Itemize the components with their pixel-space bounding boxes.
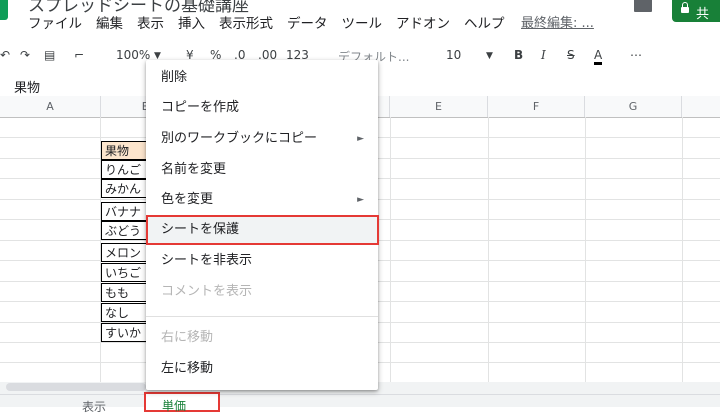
table-row[interactable]: メロン — [101, 243, 149, 262]
menu-format[interactable]: 表示形式 — [219, 12, 273, 32]
table-row[interactable]: もも — [101, 283, 149, 302]
menu-view[interactable]: 表示 — [137, 12, 164, 32]
table-row[interactable]: いちご — [101, 263, 149, 282]
font-size-select[interactable]: 10 — [446, 48, 461, 62]
menu-item-label: シートを非表示 — [161, 253, 253, 268]
more-toolbar-button[interactable]: ⋯ — [630, 48, 642, 62]
sheet-tab-bar — [0, 394, 720, 407]
last-edit-link[interactable]: 最終編集: ... — [521, 12, 594, 31]
table-header-cell[interactable]: 果物 — [101, 141, 149, 160]
zoom-select[interactable]: 100% — [116, 48, 150, 62]
menu-item-change-color[interactable]: 色を変更 ► — [146, 185, 378, 215]
share-button[interactable]: 共 — [672, 0, 720, 22]
menu-item-label: 右に移動 — [161, 330, 214, 345]
menu-item-move-right: 右に移動 — [146, 323, 378, 353]
menu-data[interactable]: データ — [287, 12, 328, 32]
formula-value[interactable]: 果物 — [14, 77, 40, 96]
menu-item-label: 色を変更 — [161, 192, 214, 207]
comment-history-icon[interactable] — [634, 0, 652, 12]
scrollbar-thumb[interactable] — [6, 383, 146, 391]
column-header-a[interactable]: A — [0, 96, 101, 117]
column-header-f[interactable]: F — [488, 96, 585, 117]
bold-button[interactable]: B — [514, 48, 523, 62]
submenu-arrow-icon: ► — [357, 195, 364, 205]
menu-item-label: シートを保護 — [161, 222, 240, 237]
print-icon[interactable]: ▤ — [44, 48, 55, 62]
share-label: 共 — [696, 7, 710, 22]
table-row[interactable]: なし — [101, 303, 149, 322]
menu-item-label: 左に移動 — [161, 361, 214, 376]
menu-file[interactable]: ファイル — [28, 12, 82, 32]
app-header: スプレッドシートの基礎講座 ファイル 編集 表示 挿入 表示形式 データ ツール… — [0, 0, 720, 38]
sheet-context-menu: 削除 コピーを作成 別のワークブックにコピー ► 名前を変更 色を変更 ► シートを… — [146, 60, 378, 390]
menu-item-view-comments: コメントを表示 — [146, 277, 378, 307]
strikethrough-button[interactable]: S — [567, 48, 575, 62]
undo-icon[interactable]: ↶ — [0, 48, 10, 62]
menu-item-label: コピーを作成 — [161, 100, 240, 115]
table-row[interactable]: バナナ — [101, 202, 149, 221]
sheets-logo[interactable] — [0, 0, 8, 20]
menu-item-protect-sheet[interactable]: シートを保護 — [146, 215, 378, 245]
menu-item-duplicate[interactable]: コピーを作成 — [146, 93, 378, 123]
column-header-e[interactable]: E — [390, 96, 488, 117]
menu-divider — [146, 316, 378, 317]
menu-insert[interactable]: 挿入 — [178, 12, 205, 32]
font-size-dropdown-icon[interactable]: ▼ — [486, 51, 493, 61]
menu-item-move-left[interactable]: 左に移動 — [146, 354, 378, 384]
table-row[interactable]: ぶどう — [101, 221, 149, 240]
menu-bar: ファイル 編集 表示 挿入 表示形式 データ ツール アドオン ヘルプ — [28, 12, 519, 32]
table-row[interactable]: すいか — [101, 323, 149, 342]
menu-item-rename[interactable]: 名前を変更 — [146, 155, 378, 185]
menu-item-delete[interactable]: 削除 — [146, 63, 378, 93]
sheet-tab-other[interactable]: 表示 — [82, 398, 106, 415]
redo-icon[interactable]: ↷ — [20, 48, 30, 62]
menu-item-label: 別のワークブックにコピー — [161, 131, 318, 146]
text-color-button[interactable]: A — [594, 48, 603, 65]
menu-item-label: コメントを表示 — [161, 284, 253, 299]
menu-edit[interactable]: 編集 — [96, 12, 123, 32]
menu-tools[interactable]: ツール — [342, 12, 383, 32]
table-row[interactable]: りんご — [101, 160, 149, 179]
paint-format-icon[interactable]: ⌐ — [74, 48, 84, 62]
table-row[interactable]: みかん — [101, 179, 149, 198]
italic-button[interactable]: I — [541, 48, 546, 62]
menu-item-copy-to[interactable]: 別のワークブックにコピー ► — [146, 124, 378, 154]
menu-item-label: 削除 — [161, 70, 188, 85]
menu-addons[interactable]: アドオン — [396, 12, 450, 32]
column-header-g[interactable]: G — [585, 96, 682, 117]
menu-item-label: 名前を変更 — [161, 162, 227, 177]
submenu-arrow-icon: ► — [357, 134, 364, 144]
lock-icon — [681, 2, 689, 13]
menu-help[interactable]: ヘルプ — [464, 12, 505, 32]
menu-item-hide-sheet[interactable]: シートを非表示 — [146, 246, 378, 276]
